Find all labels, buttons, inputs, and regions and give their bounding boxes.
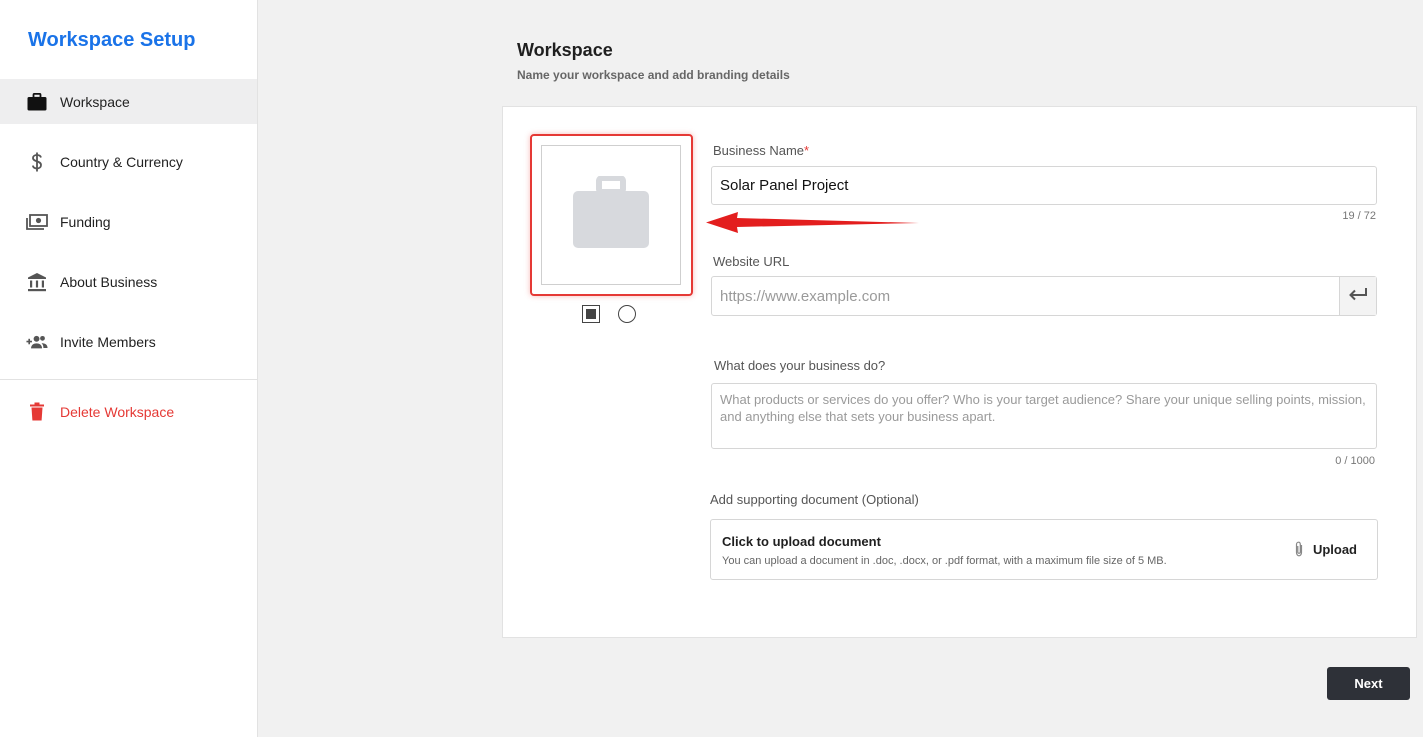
app-title: Workspace Setup bbox=[28, 29, 196, 51]
business-description-counter: 0 / 1000 bbox=[1335, 455, 1375, 467]
upload-title: Click to upload document bbox=[722, 534, 881, 549]
document-upload-dropzone[interactable]: Click to upload document You can upload … bbox=[710, 519, 1378, 580]
briefcase-icon bbox=[26, 91, 48, 113]
sidebar-item-delete-workspace[interactable]: Delete Workspace bbox=[0, 389, 257, 434]
bank-icon bbox=[26, 271, 48, 293]
business-name-counter: 19 / 72 bbox=[1342, 210, 1376, 222]
website-url-submit-button[interactable] bbox=[1339, 277, 1376, 315]
website-url-input[interactable] bbox=[711, 276, 1377, 316]
business-name-input[interactable] bbox=[711, 166, 1377, 205]
business-name-label-text: Business Name bbox=[713, 143, 805, 158]
sidebar-item-label: Workspace bbox=[60, 93, 130, 110]
dollar-icon bbox=[26, 151, 48, 173]
sidebar-item-workspace[interactable]: Workspace bbox=[0, 79, 257, 124]
upload-hint: You can upload a document in .doc, .docx… bbox=[722, 555, 1167, 567]
business-description-label: What does your business do? bbox=[714, 358, 886, 373]
briefcase-icon bbox=[571, 174, 651, 255]
sidebar-item-label: Invite Members bbox=[60, 333, 156, 350]
sidebar-divider bbox=[0, 379, 257, 380]
trash-icon bbox=[26, 401, 48, 423]
logo-shape-circle-option[interactable] bbox=[618, 305, 636, 323]
business-description-textarea[interactable] bbox=[711, 383, 1377, 449]
page-title: Workspace bbox=[517, 40, 613, 60]
sidebar: Workspace Setup Workspace Country & Curr… bbox=[0, 0, 258, 737]
sidebar-item-about-business[interactable]: About Business bbox=[0, 259, 257, 304]
supporting-document-label: Add supporting document (Optional) bbox=[710, 492, 919, 507]
logo-shape-square-option[interactable] bbox=[582, 305, 600, 323]
upload-button[interactable]: Upload bbox=[1294, 541, 1357, 557]
sidebar-item-label: Funding bbox=[60, 213, 111, 230]
page-subtitle: Name your workspace and add branding det… bbox=[517, 68, 790, 82]
enter-return-icon bbox=[1348, 287, 1368, 306]
money-icon bbox=[26, 211, 48, 233]
sidebar-item-label: Country & Currency bbox=[60, 153, 183, 170]
paperclip-icon bbox=[1294, 541, 1304, 557]
group-add-icon bbox=[26, 331, 48, 353]
sidebar-item-country-currency[interactable]: Country & Currency bbox=[0, 139, 257, 184]
sidebar-item-funding[interactable]: Funding bbox=[0, 199, 257, 244]
required-mark: * bbox=[804, 143, 810, 158]
next-button[interactable]: Next bbox=[1327, 667, 1410, 700]
upload-button-label: Upload bbox=[1312, 541, 1357, 557]
business-name-label: Business Name* bbox=[713, 143, 809, 158]
website-url-label: Website URL bbox=[713, 254, 790, 269]
logo-upload-box[interactable] bbox=[541, 145, 681, 285]
sidebar-item-label: About Business bbox=[60, 273, 158, 290]
sidebar-item-invite-members[interactable]: Invite Members bbox=[0, 319, 257, 364]
sidebar-item-label: Delete Workspace bbox=[60, 403, 175, 420]
